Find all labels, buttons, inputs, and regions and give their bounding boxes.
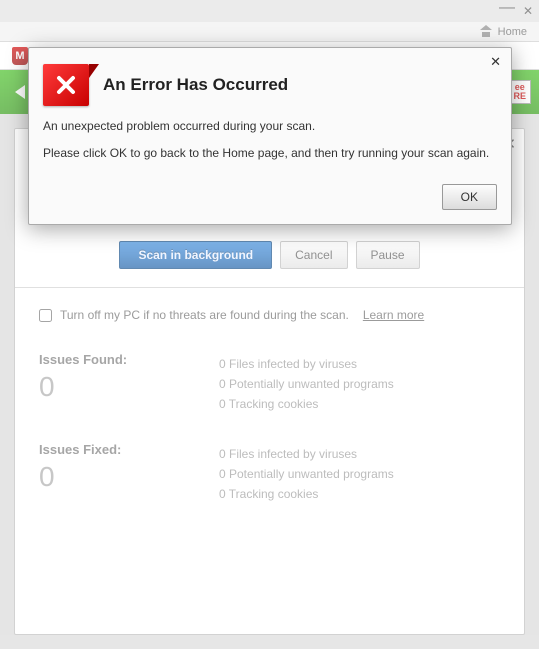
error-icon: [43, 64, 89, 106]
error-dialog: ✕ An Error Has Occurred An unexpected pr…: [28, 47, 512, 225]
dialog-close-icon[interactable]: ✕: [490, 54, 501, 70]
dialog-title: An Error Has Occurred: [103, 75, 288, 95]
dialog-header: An Error Has Occurred: [43, 64, 497, 106]
ok-button[interactable]: OK: [442, 184, 497, 210]
dialog-body: An unexpected problem occurred during yo…: [43, 118, 497, 162]
dialog-footer: OK: [43, 184, 497, 210]
dialog-line2: Please click OK to go back to the Home p…: [43, 145, 497, 162]
app-window: — ✕ Home M ee RE ✕ Scan in background Ca…: [0, 0, 539, 649]
dialog-line1: An unexpected problem occurred during yo…: [43, 118, 497, 135]
